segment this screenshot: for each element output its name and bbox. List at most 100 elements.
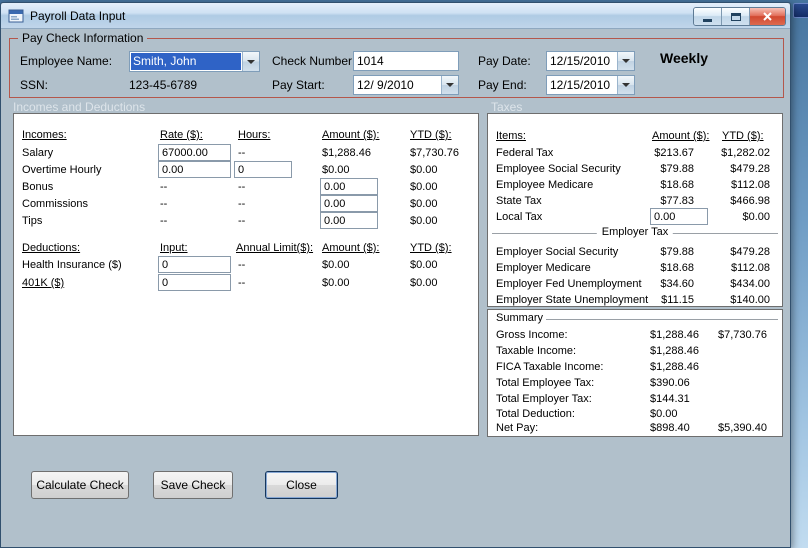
calculate-check-button[interactable]: Calculate Check <box>31 471 129 499</box>
income-row-label: Overtime Hourly <box>22 164 102 176</box>
summary-row-label: FICA Taxable Income: <box>496 361 604 373</box>
summary-divider <box>546 319 778 320</box>
desktop: Payroll Data Input Pay Check Information… <box>0 0 808 548</box>
tax-ytd: $1,282.02 <box>721 147 770 159</box>
tax-row-label: Employee Social Security <box>496 163 621 175</box>
summary-label: Summary <box>496 312 544 324</box>
tips-rate: -- <box>160 215 168 227</box>
overtime-ytd: $0.00 <box>410 164 438 176</box>
save-check-button[interactable]: Save Check <box>153 471 233 499</box>
bonus-hours: -- <box>238 181 246 193</box>
background-window-button[interactable] <box>793 3 808 18</box>
overtime-rate-input[interactable] <box>158 161 231 178</box>
summary-row-label: Total Employee Tax: <box>496 377 595 389</box>
k401-amount: $0.00 <box>322 277 350 289</box>
tax-amount: $11.15 <box>661 294 694 306</box>
tax-amount-header: Amount ($): <box>652 130 710 142</box>
pay-end-value: 12/15/2010 <box>550 78 611 92</box>
close-button[interactable] <box>750 8 785 25</box>
income-row-label: Tips <box>22 215 43 227</box>
minimize-icon <box>703 19 712 22</box>
minimize-button[interactable] <box>694 8 722 25</box>
pay-end-label: Pay End: <box>478 78 527 92</box>
tax-ytd: $434.00 <box>730 278 770 290</box>
employee-name-combobox[interactable]: Smith, John <box>129 51 260 72</box>
window-title: Payroll Data Input <box>30 9 126 23</box>
incomes-deductions-panel: Incomes: Rate ($): Hours: Amount ($): YT… <box>13 113 479 436</box>
paycheck-info-group-label: Pay Check Information <box>18 31 148 45</box>
overtime-hours-input[interactable] <box>234 161 292 178</box>
tips-ytd: $0.00 <box>410 215 438 227</box>
tax-row-label: Employee Medicare <box>496 179 594 191</box>
pay-date-label: Pay Date: <box>478 54 531 68</box>
check-number-input[interactable] <box>353 51 459 71</box>
pay-start-label: Pay Start: <box>272 78 325 92</box>
maximize-button[interactable] <box>722 8 750 25</box>
pay-end-picker[interactable]: 12/15/2010 <box>546 75 635 95</box>
summary-value: $144.31 <box>650 393 690 405</box>
tax-ytd: $479.28 <box>730 163 770 175</box>
salary-rate-input[interactable] <box>158 144 231 161</box>
pay-date-picker[interactable]: 12/15/2010 <box>546 51 635 71</box>
maximize-icon <box>730 12 741 21</box>
tax-ytd: $140.00 <box>730 294 770 306</box>
bonus-rate: -- <box>160 181 168 193</box>
deduction-row-label: Health Insurance ($) <box>22 259 122 271</box>
summary-value: $0.00 <box>650 408 678 420</box>
deduction-row-label-401k[interactable]: 401K ($) <box>22 277 64 290</box>
chevron-down-icon[interactable] <box>617 76 634 94</box>
income-row-label: Salary <box>22 147 54 159</box>
tax-ytd: $479.28 <box>730 246 770 258</box>
summary-value: $898.40 <box>650 422 690 434</box>
bonus-ytd: $0.00 <box>410 181 438 193</box>
pay-date-value: 12/15/2010 <box>550 54 611 68</box>
summary-panel: Summary Gross Income: $1,288.46 $7,730.7… <box>487 309 783 437</box>
tax-ytd: $112.08 <box>731 179 770 191</box>
summary-row-label: Gross Income: <box>496 329 568 341</box>
tax-ytd: $466.98 <box>730 195 770 207</box>
k401-input[interactable] <box>158 274 231 291</box>
pay-start-picker[interactable]: 12/ 9/2010 <box>353 75 459 95</box>
tips-amount-input[interactable] <box>320 212 378 229</box>
input-header: Input: <box>160 242 188 254</box>
health-ytd: $0.00 <box>410 259 438 271</box>
tax-row-label: State Tax <box>496 195 542 207</box>
paycheck-info-group: Pay Check Information Employee Name: Smi… <box>9 31 784 98</box>
local-tax-input[interactable] <box>650 208 708 225</box>
tips-hours: -- <box>238 215 246 227</box>
tax-ytd-header: YTD ($): <box>722 130 764 142</box>
ded-ytd-header: YTD ($): <box>410 242 452 254</box>
window-controls <box>693 7 786 26</box>
taxes-panel: Items: Amount ($): YTD ($): Federal Tax … <box>487 113 783 307</box>
tax-ytd: $112.08 <box>731 262 770 274</box>
titlebar[interactable]: Payroll Data Input <box>1 3 790 29</box>
ssn-value: 123-45-6789 <box>129 78 198 92</box>
close-check-button[interactable]: Close <box>265 471 338 499</box>
tax-amount: $18.68 <box>660 262 694 274</box>
amount-header: Amount ($): <box>322 129 380 141</box>
tax-row-label: Employer Medicare <box>496 262 591 274</box>
close-icon <box>763 12 772 21</box>
tax-amount: $77.83 <box>660 195 694 207</box>
income-row-label: Bonus <box>22 181 54 193</box>
local-tax-label: Local Tax <box>496 211 543 223</box>
summary-row-label: Taxable Income: <box>496 345 577 357</box>
summary-value: $1,288.46 <box>650 345 699 357</box>
incomes-header: Incomes: <box>22 129 67 141</box>
employee-name-value: Smith, John <box>131 53 241 70</box>
chevron-down-icon[interactable] <box>617 52 634 70</box>
tax-row-label: Employer Social Security <box>496 246 619 258</box>
ssn-label: SSN: <box>20 78 49 92</box>
bonus-amount-input[interactable] <box>320 178 378 195</box>
summary-row-label: Total Deduction: <box>496 408 575 420</box>
health-insurance-input[interactable] <box>158 256 231 273</box>
tax-amount: $34.60 <box>660 278 694 290</box>
tax-amount: $79.88 <box>660 163 694 175</box>
commissions-hours: -- <box>238 198 246 210</box>
chevron-down-icon[interactable] <box>441 76 458 94</box>
chevron-down-icon[interactable] <box>242 52 259 71</box>
tax-amount: $213.67 <box>654 147 694 159</box>
commissions-amount-input[interactable] <box>320 195 378 212</box>
summary-value: $1,288.46 <box>650 329 699 341</box>
payroll-window: Payroll Data Input Pay Check Information… <box>0 2 791 548</box>
